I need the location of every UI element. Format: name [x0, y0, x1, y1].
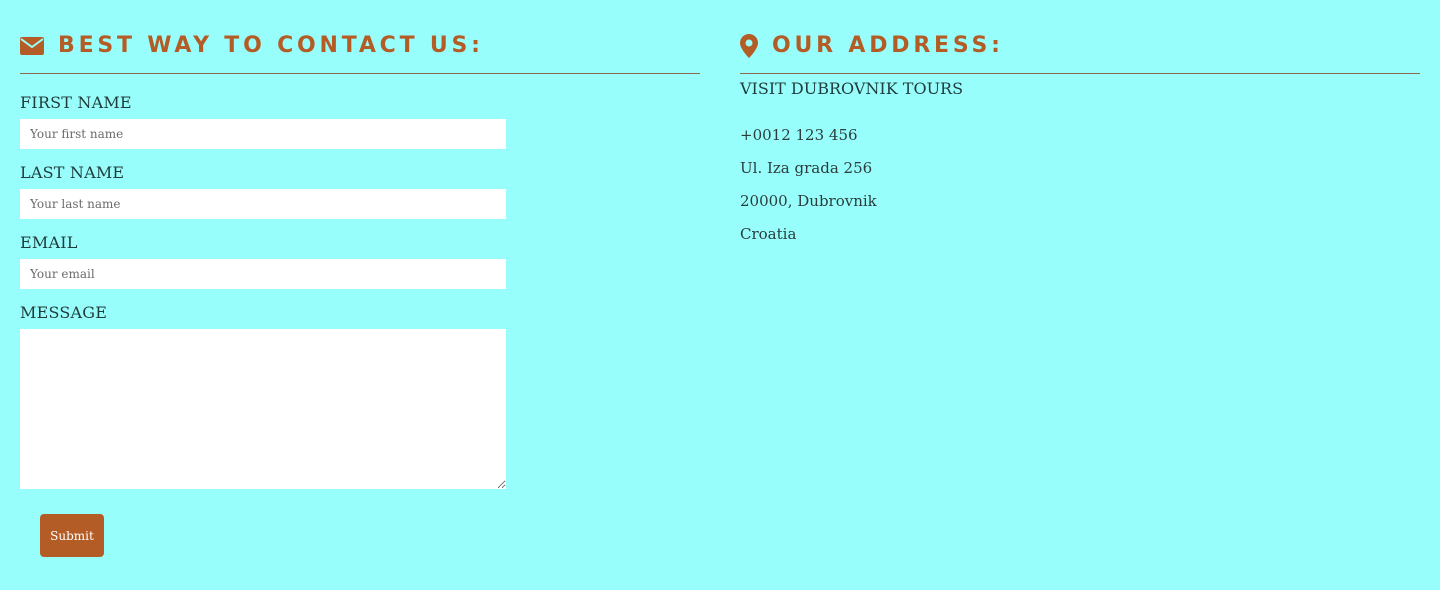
submit-button[interactable]: Submit [40, 514, 104, 557]
street-address: Ul. Iza grada 256 [740, 159, 873, 177]
company-name: Visit Dubrovnik Tours [740, 79, 964, 98]
last-name-input[interactable] [20, 189, 506, 219]
address-heading: Our address: [740, 33, 1004, 58]
address-divider [740, 73, 1420, 74]
phone-number: +0012 123 456 [740, 126, 858, 144]
email-input[interactable] [20, 259, 506, 289]
city-postal: 20000, Dubrovnik [740, 192, 877, 210]
contact-heading: Best way to contact us: [20, 33, 484, 58]
last-name-label: Last Name [20, 163, 125, 182]
email-label: Email [20, 233, 78, 252]
map-marker-icon [740, 33, 758, 58]
envelope-icon [20, 36, 44, 55]
message-textarea[interactable] [20, 329, 506, 489]
message-label: Message [20, 303, 108, 322]
first-name-label: First Name [20, 93, 132, 112]
address-heading-text: Our address: [772, 33, 1004, 58]
contact-heading-text: Best way to contact us: [58, 33, 484, 58]
country: Croatia [740, 225, 797, 243]
contact-divider [20, 73, 700, 74]
first-name-input[interactable] [20, 119, 506, 149]
